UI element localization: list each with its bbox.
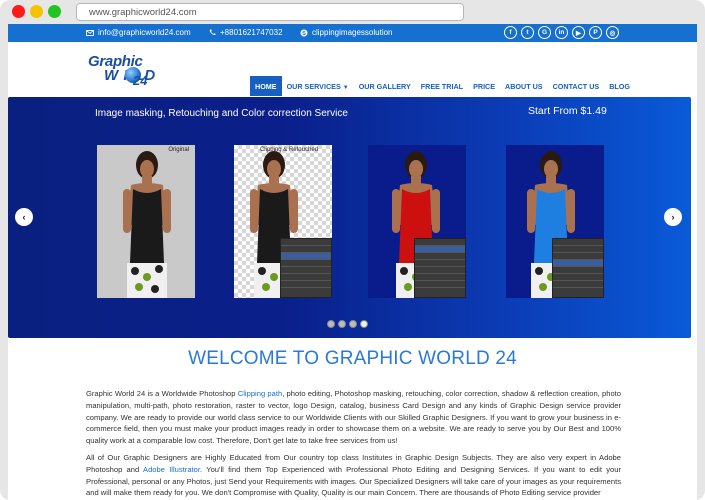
welcome-heading: WELCOME TO GRAPHIC WORLD 24 bbox=[188, 348, 517, 369]
google-plus-icon[interactable]: G bbox=[538, 26, 551, 39]
instagram-icon[interactable]: ◎ bbox=[606, 26, 619, 39]
phone-text: +8801621747032 bbox=[220, 28, 283, 37]
minimize-window-button[interactable] bbox=[30, 5, 43, 18]
facebook-icon[interactable]: f bbox=[504, 26, 517, 39]
clipping-path-link[interactable]: Clipping path bbox=[238, 389, 282, 398]
panel-label-retouched: Clipping & Retouched bbox=[259, 147, 318, 153]
layers-panel-screenshot bbox=[280, 238, 332, 298]
layers-panel-screenshot bbox=[414, 238, 466, 298]
slider-prev-button[interactable]: ‹ bbox=[15, 208, 33, 226]
sample-color-red-photo bbox=[368, 145, 466, 298]
panel-label-original: Original bbox=[168, 147, 189, 153]
phone-contact[interactable]: +8801621747032 bbox=[209, 28, 283, 37]
twitter-icon[interactable]: t bbox=[521, 26, 534, 39]
email-contact[interactable]: info@graphicworld24.com bbox=[86, 28, 191, 37]
nav-our-gallery[interactable]: OUR GALLERY bbox=[354, 76, 416, 96]
site-logo[interactable]: Graphic W RLD 24 bbox=[88, 47, 168, 89]
slider-dot[interactable] bbox=[349, 320, 357, 328]
caret-down-icon: ▼ bbox=[342, 85, 349, 91]
slider-dot[interactable] bbox=[360, 320, 368, 328]
chevron-right-icon: › bbox=[671, 212, 675, 222]
nav-our-services[interactable]: OUR SERVICES ▼ bbox=[282, 76, 354, 96]
nav-about-us[interactable]: ABOUT US bbox=[500, 76, 548, 96]
maximize-window-button[interactable] bbox=[48, 5, 61, 18]
close-window-button[interactable] bbox=[12, 5, 25, 18]
address-bar[interactable]: www.graphicworld24.com bbox=[76, 3, 464, 21]
chevron-left-icon: ‹ bbox=[22, 212, 26, 222]
nav-price[interactable]: PRICE bbox=[468, 76, 500, 96]
browser-chrome: www.graphicworld24.com bbox=[0, 0, 705, 25]
nav-contact-us[interactable]: CONTACT US bbox=[548, 76, 605, 96]
logo-text-24: 24 bbox=[133, 73, 148, 88]
skype-contact[interactable]: S clippingimagessolution bbox=[300, 28, 393, 37]
social-links: f t Gin ▶ P ◎ bbox=[504, 26, 619, 39]
model-black-dress-illustration bbox=[123, 151, 171, 298]
intro-paragraph: Graphic World 24 is a Worldwide Photosho… bbox=[86, 388, 621, 447]
envelope-icon bbox=[86, 29, 94, 36]
slider-pagination bbox=[327, 320, 368, 328]
nav-blog[interactable]: BLOG bbox=[604, 76, 635, 96]
svg-text:S: S bbox=[302, 31, 306, 37]
adobe-illustrator-link[interactable]: Adobe Illustrator bbox=[143, 465, 200, 474]
slider-dot[interactable] bbox=[327, 320, 335, 328]
hero-slider: Image masking, Retouching and Color corr… bbox=[8, 97, 691, 338]
sample-clipped-photo: Clipping & Retouched bbox=[234, 145, 332, 298]
youtube-icon[interactable]: ▶ bbox=[572, 26, 585, 39]
page-viewport: info@graphicworld24.com +8801621747032 S… bbox=[8, 24, 697, 500]
top-contact-bar: info@graphicworld24.com +8801621747032 S… bbox=[8, 24, 697, 42]
slider-price: Start From $1.49 bbox=[528, 105, 607, 117]
nav-home[interactable]: HOME bbox=[250, 76, 282, 96]
main-nav: HOME OUR SERVICES ▼ OUR GALLERY FREE TRI… bbox=[250, 76, 635, 96]
layers-panel-screenshot bbox=[552, 238, 604, 298]
slider-title: Image masking, Retouching and Color corr… bbox=[95, 108, 348, 119]
slider-next-button[interactable]: › bbox=[664, 208, 682, 226]
designers-paragraph: All of Our Graphic Designers are Highly … bbox=[86, 452, 621, 499]
linkedin-icon[interactable]: in bbox=[555, 26, 568, 39]
intro-text-start: Graphic World 24 is a Worldwide Photosho… bbox=[86, 389, 238, 398]
nav-free-trial[interactable]: FREE TRIAL bbox=[416, 76, 468, 96]
skype-icon: S bbox=[300, 29, 308, 37]
slider-dot[interactable] bbox=[338, 320, 346, 328]
skype-text: clippingimagessolution bbox=[312, 28, 393, 37]
nav-our-services-label: OUR SERVICES bbox=[286, 82, 341, 91]
site-header: Graphic W RLD 24 HOME OUR SERVICES ▼ OUR… bbox=[8, 42, 697, 97]
phone-icon bbox=[209, 29, 216, 36]
sample-color-blue-photo bbox=[506, 145, 604, 298]
browser-window: www.graphicworld24.com info@graphicworld… bbox=[0, 0, 705, 500]
pinterest-icon[interactable]: P bbox=[589, 26, 602, 39]
email-text: info@graphicworld24.com bbox=[98, 28, 191, 37]
sample-original-photo: Original bbox=[97, 145, 195, 298]
